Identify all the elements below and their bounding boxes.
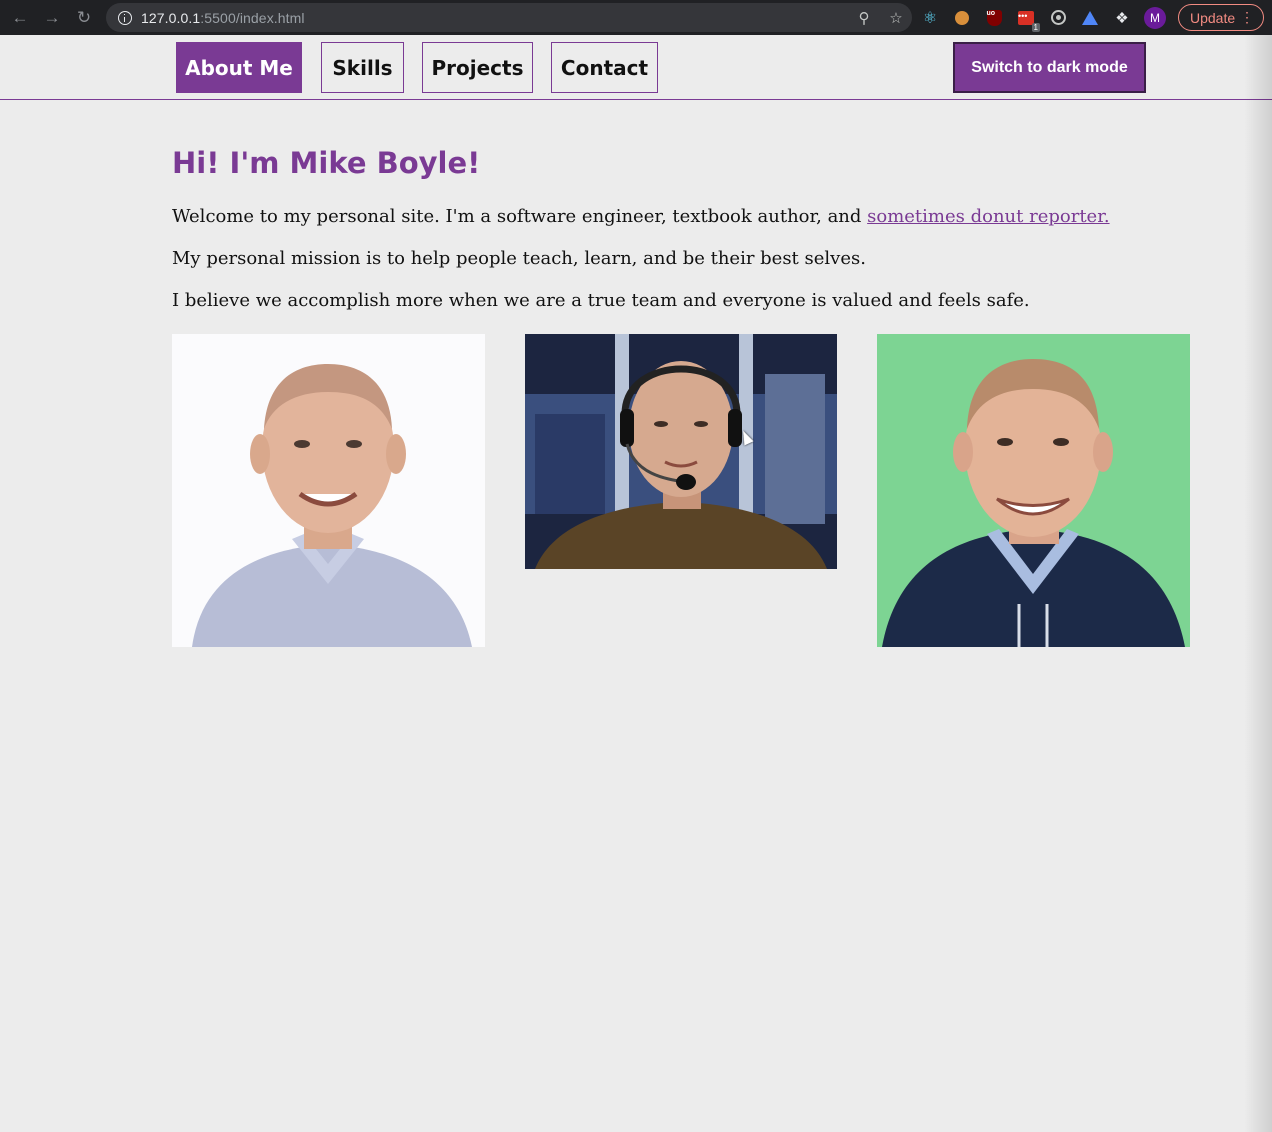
bookmark-star-icon[interactable]: ☆ bbox=[886, 9, 906, 27]
donut-reporter-link[interactable]: sometimes donut reporter. bbox=[867, 206, 1109, 227]
profile-avatar[interactable]: M bbox=[1144, 6, 1166, 29]
intro-text: Welcome to my personal site. I'm a softw… bbox=[172, 206, 868, 227]
extensions-tray: ⚛ uo ••• 1 ❖ M bbox=[920, 0, 1166, 35]
browser-toolbar: ← → ↻ 127.0.0.1:5500/index.html ⚲ ☆ ⚛ uo… bbox=[0, 0, 1272, 35]
red-extension-icon[interactable]: ••• 1 bbox=[1016, 8, 1040, 32]
site-header: About Me Skills Projects Contact Switch … bbox=[0, 35, 1272, 100]
update-button[interactable]: Update ⋮ bbox=[1178, 4, 1264, 31]
scrollbar-edge bbox=[1244, 35, 1272, 1132]
reload-icon[interactable]: ↻ bbox=[68, 0, 100, 35]
update-label: Update bbox=[1190, 9, 1236, 26]
cookie-extension-icon[interactable] bbox=[952, 8, 972, 28]
mission-paragraph: My personal mission is to help people te… bbox=[172, 248, 866, 269]
nav-about-me[interactable]: About Me bbox=[176, 42, 302, 93]
react-devtools-icon[interactable]: ⚛ bbox=[920, 8, 940, 28]
nav-skills[interactable]: Skills bbox=[321, 42, 404, 93]
nav-contact[interactable]: Contact bbox=[551, 42, 658, 93]
back-icon[interactable]: ← bbox=[4, 0, 36, 35]
portrait-photo-1 bbox=[172, 334, 485, 647]
more-menu-icon[interactable]: ⋮ bbox=[1240, 9, 1254, 25]
zoom-icon[interactable]: ⚲ bbox=[854, 9, 874, 27]
ublock-icon[interactable]: uo bbox=[984, 8, 1004, 28]
intro-paragraph: Welcome to my personal site. I'm a softw… bbox=[172, 206, 1110, 227]
target-extension-icon[interactable] bbox=[1048, 8, 1068, 28]
dark-mode-toggle-button[interactable]: Switch to dark mode bbox=[953, 42, 1146, 93]
belief-paragraph: I believe we accomplish more when we are… bbox=[172, 290, 1030, 311]
address-bar[interactable]: 127.0.0.1:5500/index.html ⚲ ☆ bbox=[106, 3, 912, 32]
page-title: Hi! I'm Mike Boyle! bbox=[172, 146, 481, 180]
extension-badge: 1 bbox=[1031, 22, 1040, 32]
forward-icon[interactable]: → bbox=[36, 0, 68, 35]
portrait-photo-3 bbox=[877, 334, 1190, 647]
portrait-photo-2 bbox=[525, 334, 837, 569]
nav-projects[interactable]: Projects bbox=[422, 42, 533, 93]
puzzle-icon[interactable]: ❖ bbox=[1112, 8, 1132, 28]
triangle-extension-icon[interactable] bbox=[1080, 8, 1100, 28]
site-info-icon[interactable] bbox=[118, 10, 132, 25]
url-text[interactable]: 127.0.0.1:5500/index.html bbox=[141, 10, 305, 26]
